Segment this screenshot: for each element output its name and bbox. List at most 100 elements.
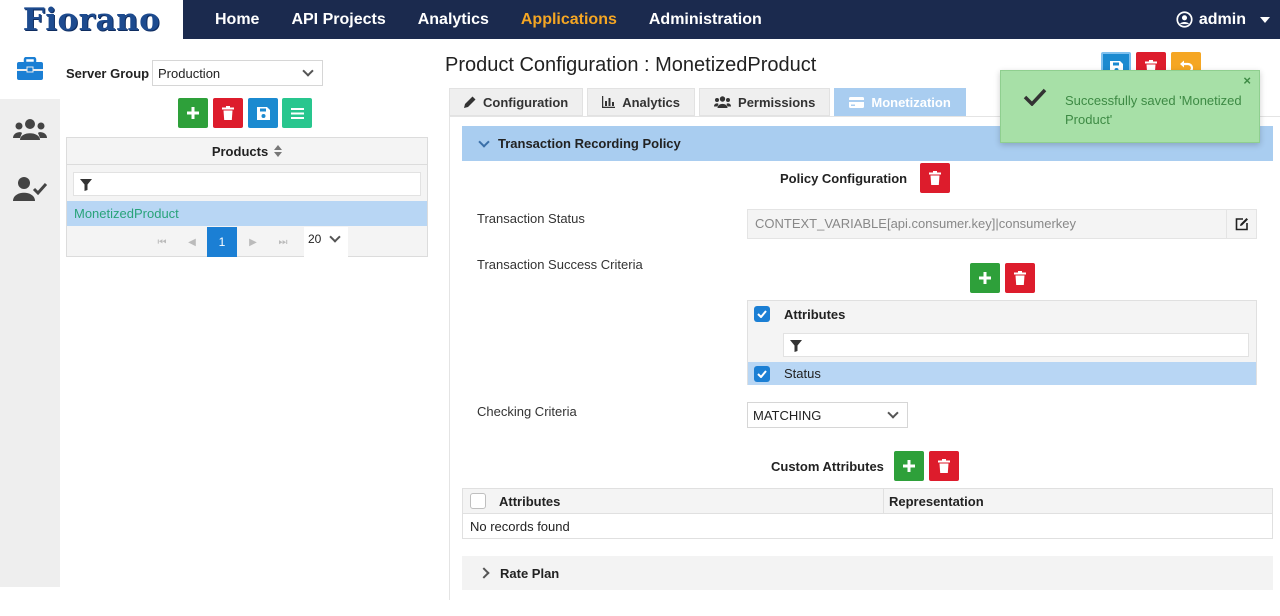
representation-column-header: Representation [889,493,984,509]
list-item[interactable]: MonetizedProduct [67,201,427,226]
save-product-button[interactable] [248,98,278,128]
trash-icon [938,459,950,473]
credit-card-icon [849,96,865,108]
add-attribute-button[interactable] [970,263,1000,293]
transaction-status-value: CONTEXT_VARIABLE[api.consumer.key]|consu… [755,216,1077,231]
tab-label: Configuration [483,94,569,110]
success-toast: Successfully saved 'Monetized Product' × [1000,70,1260,143]
nav-applications[interactable]: Applications [505,0,633,39]
toast-message: Successfully saved 'Monetized Product' [1065,93,1242,127]
success-attributes-grid: Attributes Status [747,300,1257,385]
filter-icon [80,179,92,191]
tab-label: Analytics [622,94,681,110]
products-header-label: Products [211,143,269,159]
edit-icon [1235,218,1248,231]
products-grid: Products MonetizedProduct ⏮ ◀ 1 ▶ ⏭ 20 [66,137,428,257]
attributes-grid-header: Attributes [748,301,1256,327]
user-check-icon [13,177,47,201]
empty-message: No records found [470,519,570,534]
chevron-down-icon [887,407,899,419]
sidebar-item-approvals[interactable] [0,159,60,219]
attributes-filter-input[interactable] [783,333,1249,357]
policy-configuration-label: Policy Configuration [780,171,908,186]
server-group-label: Server Group [66,66,150,81]
transaction-status-label: Transaction Status [477,211,585,226]
server-group-select[interactable]: Production [152,60,323,86]
briefcase-icon [17,57,43,80]
users-icon [714,96,732,108]
nav-analytics[interactable]: Analytics [402,0,505,39]
checkmark-icon [1023,88,1047,106]
prev-page-icon[interactable]: ◀ [177,227,207,257]
table-row[interactable]: Status [748,362,1256,385]
page-size-select[interactable]: 20 [304,227,348,257]
custom-grid-header: Attributes Representation [463,489,1272,514]
plus-icon [903,460,915,472]
tab-configuration[interactable]: Configuration [449,88,584,116]
trash-icon [1014,271,1026,285]
transaction-status-field: CONTEXT_VARIABLE[api.consumer.key]|consu… [747,209,1257,239]
current-page[interactable]: 1 [207,227,237,257]
save-icon [256,106,270,120]
close-icon[interactable]: × [1243,73,1251,88]
list-view-button[interactable] [282,98,312,128]
user-circle-icon [1176,11,1193,28]
chevron-down-icon [302,65,314,77]
plus-icon [979,272,991,284]
checking-criteria-label: Checking Criteria [477,404,577,419]
user-menu[interactable]: admin [1176,0,1270,39]
rate-plan-section-header[interactable]: Rate Plan [462,556,1273,590]
tab-analytics[interactable]: Analytics [587,88,696,116]
column-divider [883,489,884,514]
fiorano-logo[interactable]: Fiorano [0,0,183,39]
attribute-cell: Status [784,366,821,381]
rate-plan-label: Rate Plan [500,565,560,581]
page-size-value: 20 [308,232,322,246]
tab-label: Monetization [871,94,951,110]
custom-attributes-grid: Attributes Representation No records fou… [462,488,1273,539]
sidebar-item-users[interactable] [0,99,60,159]
add-custom-attribute-button[interactable] [894,451,924,481]
add-product-button[interactable] [178,98,208,128]
first-page-icon[interactable]: ⏮ [147,227,177,257]
attributes-column-header: Attributes [784,306,846,322]
tab-label: Permissions [738,94,816,110]
chevron-down-icon [329,231,341,243]
sort-icon [274,145,283,157]
checking-criteria-select[interactable]: MATCHING [747,402,908,428]
attributes-column-header: Attributes [499,493,561,509]
chevron-down-icon [478,135,490,148]
select-all-checkbox[interactable] [470,493,486,509]
edit-status-button[interactable] [1226,210,1256,238]
plus-icon [187,107,199,119]
tab-monetization[interactable]: Monetization [834,88,966,116]
section-title: Transaction Recording Policy [498,136,681,151]
delete-attribute-button[interactable] [1005,263,1035,293]
nav-home[interactable]: Home [199,0,275,39]
pencil-icon [464,96,476,108]
sidebar-item-applications[interactable] [0,39,60,99]
last-page-icon[interactable]: ⏭ [268,227,298,257]
products-grid-header[interactable]: Products [67,138,427,165]
check-icon [757,310,767,318]
nav-administration[interactable]: Administration [633,0,778,39]
nav-api-projects[interactable]: API Projects [275,0,401,39]
user-name: admin [1198,11,1246,28]
select-all-checkbox[interactable] [754,306,770,322]
chevron-down-icon [1260,16,1270,23]
delete-product-button[interactable] [213,98,243,128]
checking-criteria-value: MATCHING [753,407,822,423]
check-icon [757,369,767,378]
row-checkbox[interactable] [754,365,770,382]
delete-policy-button[interactable] [920,163,950,193]
users-icon [13,119,47,140]
tab-permissions[interactable]: Permissions [699,88,831,116]
delete-custom-attribute-button[interactable] [929,451,959,481]
top-navbar: Fiorano Home API Projects Analytics Appl… [0,0,1280,39]
custom-attributes-label: Custom Attributes [771,459,884,474]
config-tabs: Configuration Analytics Permissions Mone… [449,88,966,116]
bar-chart-icon [602,96,616,108]
products-filter-input[interactable] [73,172,421,196]
main-nav: Home API Projects Analytics Applications… [199,0,778,39]
next-page-icon[interactable]: ▶ [238,227,268,257]
